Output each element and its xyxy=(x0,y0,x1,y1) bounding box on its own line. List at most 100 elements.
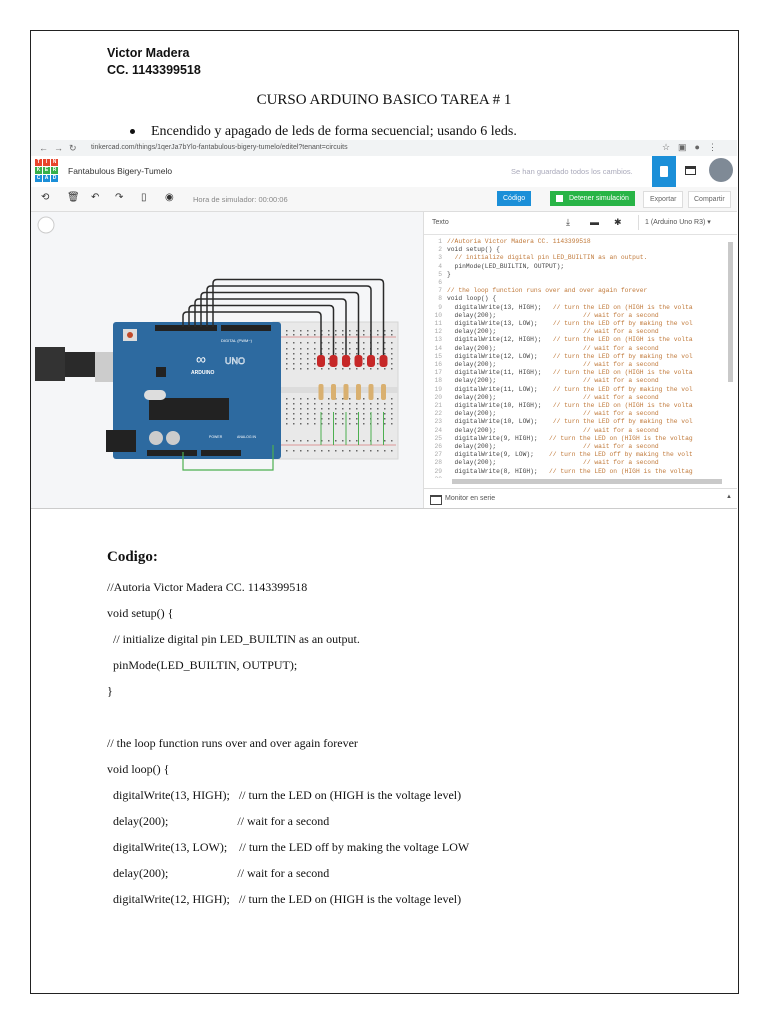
led[interactable] xyxy=(367,355,375,367)
code-comment: // wait for a second xyxy=(583,410,659,418)
eye-icon[interactable]: ◉ xyxy=(165,192,174,203)
code-button[interactable]: Código xyxy=(497,191,532,206)
code-comment: // wait for a second xyxy=(583,426,659,434)
editor-mode-select[interactable]: Texto xyxy=(432,219,449,226)
logo-letter: A xyxy=(43,175,50,182)
led[interactable] xyxy=(317,355,325,367)
code-line: pinMode(LED_BUILTIN, OUTPUT); xyxy=(107,658,298,672)
code-line: void setup() { xyxy=(107,606,174,620)
undo-icon[interactable]: ↶ xyxy=(91,192,99,203)
line-number: 17 xyxy=(434,369,442,377)
code-line: 6 xyxy=(424,279,727,287)
library-icon[interactable]: ▬ xyxy=(590,217,599,227)
line-number: 8 xyxy=(438,295,442,303)
debug-icon[interactable]: ✱ xyxy=(614,217,622,228)
arduino-label: ARDUINO xyxy=(191,370,214,376)
code-line: 19 digitalWrite(11, LOW); // turn the LE… xyxy=(424,386,727,394)
code-heading: Codigo: xyxy=(107,549,158,565)
line-number: 10 xyxy=(434,311,442,319)
tinkercad-logo[interactable]: TIN KER CAD xyxy=(35,159,58,182)
notes-icon[interactable]: ▯ xyxy=(141,192,147,203)
power-label: POWER xyxy=(209,435,223,439)
code-segment: delay(200); xyxy=(447,311,584,319)
code-line: 2 void setup() { xyxy=(424,246,727,254)
component-list-button[interactable] xyxy=(685,166,696,175)
resistor[interactable] xyxy=(368,384,374,400)
simulator-time: Hora de simulador: 00:00:06 xyxy=(193,195,288,204)
code-line: 26 delay(200); // wait for a second xyxy=(424,443,727,451)
code-line: 7 // the loop function runs over and over… xyxy=(424,287,727,295)
resistor[interactable] xyxy=(343,384,349,400)
code-text[interactable]: 1//Autoria Victor Madera CC. 1143399518 2… xyxy=(424,238,727,478)
code-line: 3 // initialize digital pin LED_BUILTIN … xyxy=(424,254,727,262)
code-line: // the loop function runs over and over … xyxy=(107,736,358,750)
board-select-value: 1 (Arduino Uno R3) xyxy=(645,219,706,226)
code-line: 15 digitalWrite(12, LOW); // turn the LE… xyxy=(424,353,727,361)
code-segment: digitalWrite(8, HIGH); xyxy=(447,467,550,475)
url-bar[interactable]: tinkercad.com/things/1qerJa7bYlo-fantabu… xyxy=(91,144,348,151)
serial-monitor-bar[interactable]: Monitor en serie ▲ xyxy=(424,488,737,508)
led[interactable] xyxy=(379,355,388,367)
bullet-text: Encendido y apagado de leds de forma sec… xyxy=(151,124,517,139)
resistor[interactable] xyxy=(381,384,386,400)
code-comment: // wait for a second xyxy=(583,344,659,352)
resistor[interactable] xyxy=(356,384,361,400)
resistor[interactable] xyxy=(331,384,336,400)
download-icon[interactable]: ⤓ xyxy=(566,217,570,228)
code-line: 9 digitalWrite(13, HIGH); // turn the LE… xyxy=(424,304,727,312)
code-line: 24 delay(200); // wait for a second xyxy=(424,427,727,435)
expand-up-icon[interactable]: ▲ xyxy=(726,494,732,500)
code-line: 29 digitalWrite(8, HIGH); // turn the LE… xyxy=(424,468,727,476)
export-button[interactable]: Exportar xyxy=(643,191,684,208)
user-avatar[interactable] xyxy=(709,158,733,182)
code-segment: } xyxy=(447,270,451,278)
code-segment: delay(200); xyxy=(447,377,584,385)
code-line: 27 digitalWrite(9, LOW); // turn the LED… xyxy=(424,451,727,459)
code-comment: // turn the LED on (HIGH is the volta xyxy=(552,336,693,344)
redo-icon[interactable]: ↷ xyxy=(115,192,123,203)
code-line: 23 digitalWrite(10, LOW); // turn the LE… xyxy=(424,418,727,426)
led[interactable] xyxy=(329,355,338,367)
code-line: digitalWrite(13, LOW); // turn the LED o… xyxy=(107,840,470,854)
code-line: void loop() { xyxy=(107,762,170,776)
delete-icon[interactable]: 🗑 xyxy=(67,192,80,203)
project-name[interactable]: Fantabulous Bigery-Tumelo xyxy=(68,166,172,176)
code-segment: delay(200); xyxy=(447,361,584,369)
horizontal-scrollbar[interactable] xyxy=(452,479,722,484)
led[interactable] xyxy=(354,355,363,367)
code-line: 4 pinMode(LED_BUILTIN, OUTPUT); xyxy=(424,263,727,271)
code-line: delay(200); // wait for a second xyxy=(107,866,330,880)
tinkercad-screenshot: ←→↻ tinkercad.com/things/1qerJa7bYlo-fan… xyxy=(31,140,737,509)
line-number: 29 xyxy=(434,467,442,475)
fit-view-icon[interactable] xyxy=(37,216,55,234)
board-select[interactable]: 1 (Arduino Uno R3) ▾ xyxy=(638,215,730,230)
code-line: 16 delay(200); // wait for a second xyxy=(424,361,727,369)
line-number: 11 xyxy=(434,320,442,328)
line-number: 7 xyxy=(438,287,442,295)
document-code: //Autoria Victor Madera CC. 1143399518 vo… xyxy=(107,578,469,916)
line-number: 14 xyxy=(434,344,442,352)
code-line: 13 digitalWrite(12, HIGH); // turn the L… xyxy=(424,336,727,344)
code-segment: digitalWrite(11, HIGH); xyxy=(447,369,553,377)
share-button[interactable]: Compartir xyxy=(688,191,731,208)
stop-icon xyxy=(556,194,563,202)
browser-nav-icons[interactable]: ←→↻ xyxy=(39,143,83,153)
logo-letter: R xyxy=(51,167,58,174)
code-line: 8 void loop() { xyxy=(424,295,727,303)
stop-simulation-button[interactable]: Detener simulación xyxy=(550,191,635,206)
resistor[interactable] xyxy=(318,384,324,400)
line-number: 30 xyxy=(424,476,442,478)
code-comment: // wait for a second xyxy=(583,377,659,385)
led[interactable] xyxy=(342,355,350,367)
line-number: 20 xyxy=(434,393,442,401)
code-comment: // wait for a second xyxy=(583,459,659,467)
circuit-view-button[interactable] xyxy=(652,156,676,187)
tinkercad-header: TIN KER CAD Fantabulous Bigery-Tumelo Se h… xyxy=(31,156,737,188)
code-comment: // wait for a second xyxy=(583,311,659,319)
browser-bar: ←→↻ tinkercad.com/things/1qerJa7bYlo-fan… xyxy=(31,140,737,156)
browser-actions-icons[interactable]: ☆▣●⋮ xyxy=(662,142,725,153)
vertical-scrollbar[interactable] xyxy=(728,242,733,382)
rotate-icon[interactable]: ⟲ xyxy=(41,192,49,203)
code-line: 10 delay(200); // wait for a second xyxy=(424,312,727,320)
circuit-canvas[interactable]: DIGITAL (PWM~) ∞ ARDUINO UNO POWER ANALO… xyxy=(31,212,423,508)
